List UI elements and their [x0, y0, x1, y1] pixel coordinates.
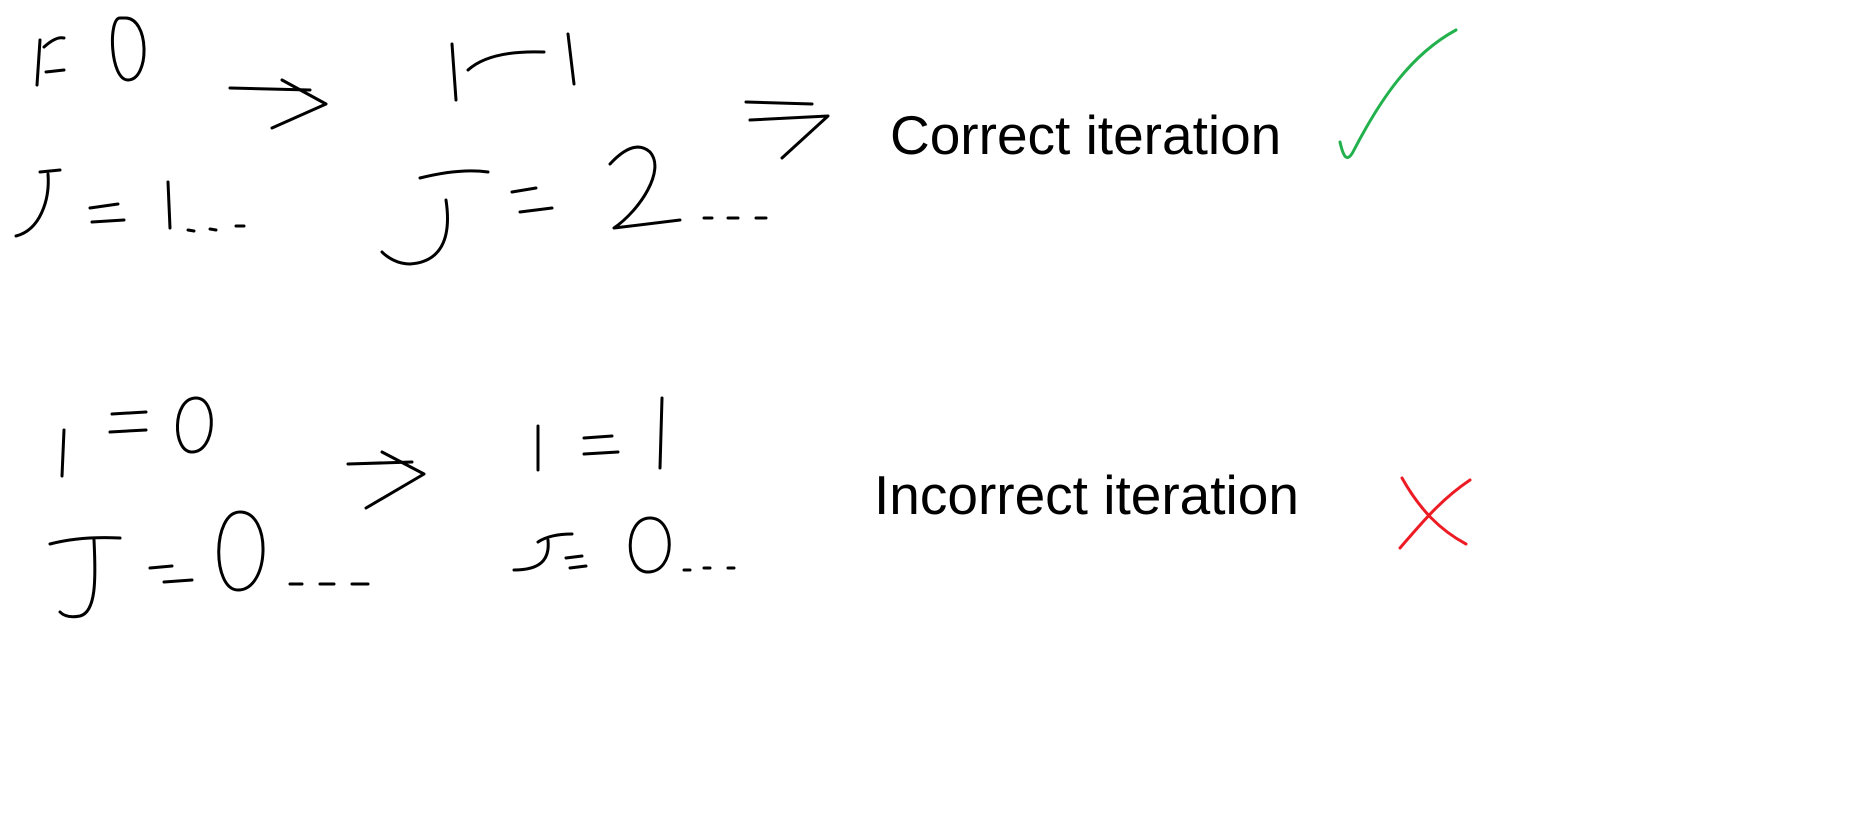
- correct-step2-j: [380, 145, 768, 266]
- correct-arrow-2: [744, 100, 830, 160]
- incorrect-step2-j: [512, 516, 736, 574]
- correct-arrow-1: [228, 78, 328, 130]
- incorrect-arrow-1: [346, 450, 426, 510]
- correct-step1-j: [14, 168, 246, 238]
- correct-step2-i: [450, 32, 576, 102]
- check-icon: [1338, 28, 1458, 159]
- correct-iteration-label: Correct iteration: [890, 104, 1282, 166]
- cross-icon: [1398, 476, 1472, 550]
- incorrect-step1-j: [48, 510, 370, 619]
- correct-step1-i: [35, 16, 146, 87]
- incorrect-iteration-label: Incorrect iteration: [874, 464, 1299, 526]
- incorrect-step2-i: [536, 396, 664, 472]
- incorrect-row: [48, 396, 736, 619]
- correct-row: [14, 16, 830, 266]
- incorrect-step1-i: [60, 396, 213, 478]
